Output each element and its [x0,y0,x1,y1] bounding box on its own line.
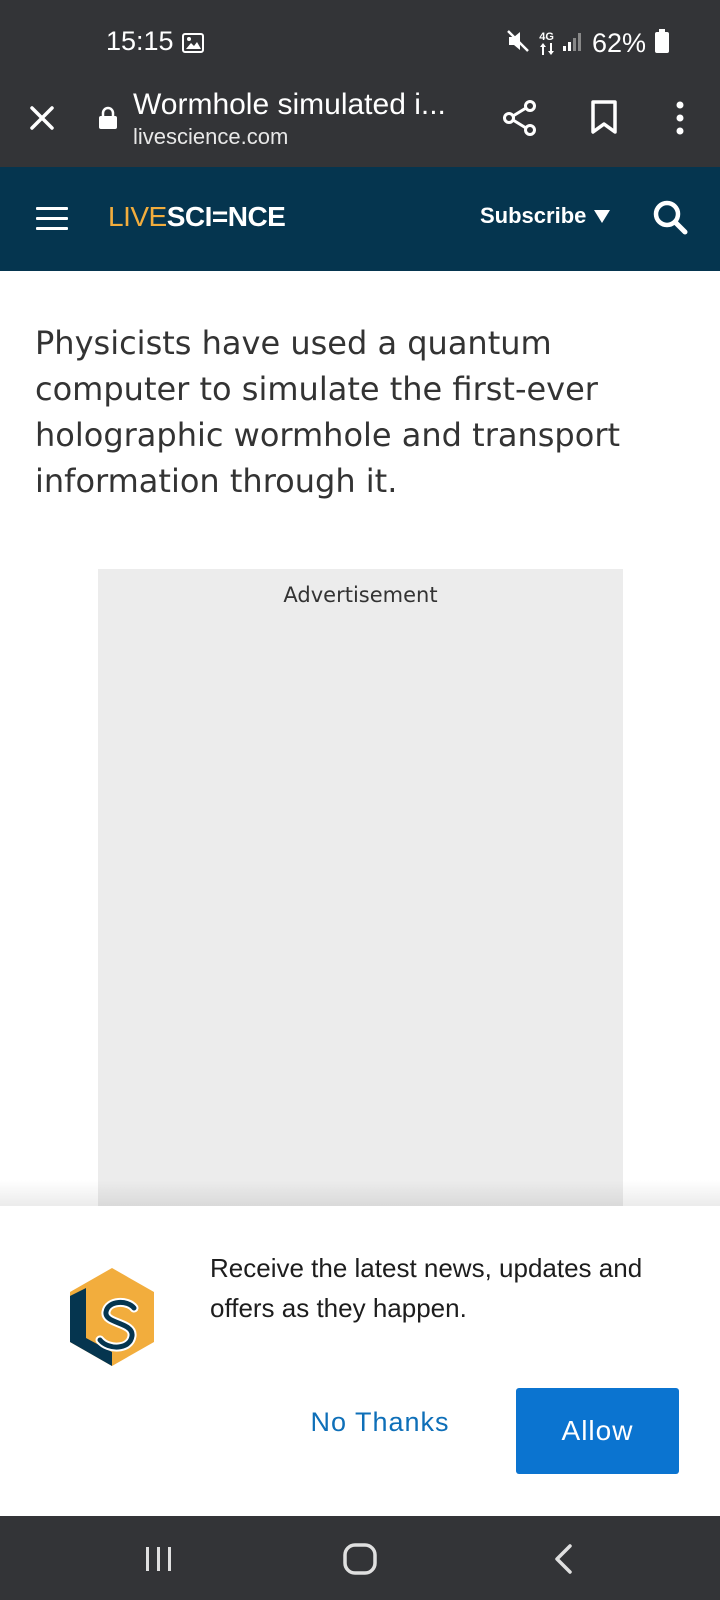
prompt-message: Receive the latest news, updates and off… [210,1253,643,1323]
caret-down-icon [594,209,611,223]
allow-button[interactable]: Allow [516,1388,679,1474]
ad-label: Advertisement [283,583,438,607]
home-icon[interactable] [342,1542,378,1580]
battery-icon [654,28,670,59]
search-icon[interactable] [650,197,690,241]
logo-science: SCI=NCE [166,201,286,232]
lock-icon [98,106,118,134]
prompt-shadow [0,1180,720,1206]
back-icon[interactable] [552,1543,576,1579]
share-icon[interactable] [500,98,540,142]
gallery-icon [182,33,204,57]
close-icon[interactable] [24,100,60,136]
mute-icon [505,28,531,59]
system-nav-bar [0,1516,720,1600]
site-logo-icon [64,1266,160,1374]
page-title[interactable]: Wormhole simulated i... [133,88,463,122]
browser-toolbar: Wormhole simulated i... livescience.com [0,84,720,167]
subscribe-label: Subscribe [480,203,587,228]
subscribe-button[interactable]: Subscribe [480,203,611,229]
page-domain[interactable]: livescience.com [133,124,288,150]
notification-prompt: Receive the latest news, updates and off… [0,1206,720,1514]
no-thanks-button[interactable]: No Thanks [282,1388,478,1456]
site-logo[interactable]: LIVESCI=NCE [108,201,286,233]
status-indicators: 4G 62% [505,26,670,60]
site-header: LIVESCI=NCE Subscribe [0,167,720,271]
recents-icon[interactable] [144,1544,174,1578]
network-4g-icon: 4G [539,31,554,55]
status-time: 15:15 [106,26,174,56]
network-type: 4G [539,31,554,43]
ad-container[interactable]: Advertisement [98,569,623,1209]
status-bar: 15:15 4G 62% [0,0,720,84]
logo-live: LIVE [108,201,167,232]
more-icon[interactable] [668,98,692,142]
battery-percent: 62% [591,27,646,58]
menu-icon[interactable] [36,207,68,231]
bookmark-icon[interactable] [588,98,620,142]
signal-icon [562,30,584,57]
article-intro: Physicists have used a quantum computer … [35,324,621,500]
